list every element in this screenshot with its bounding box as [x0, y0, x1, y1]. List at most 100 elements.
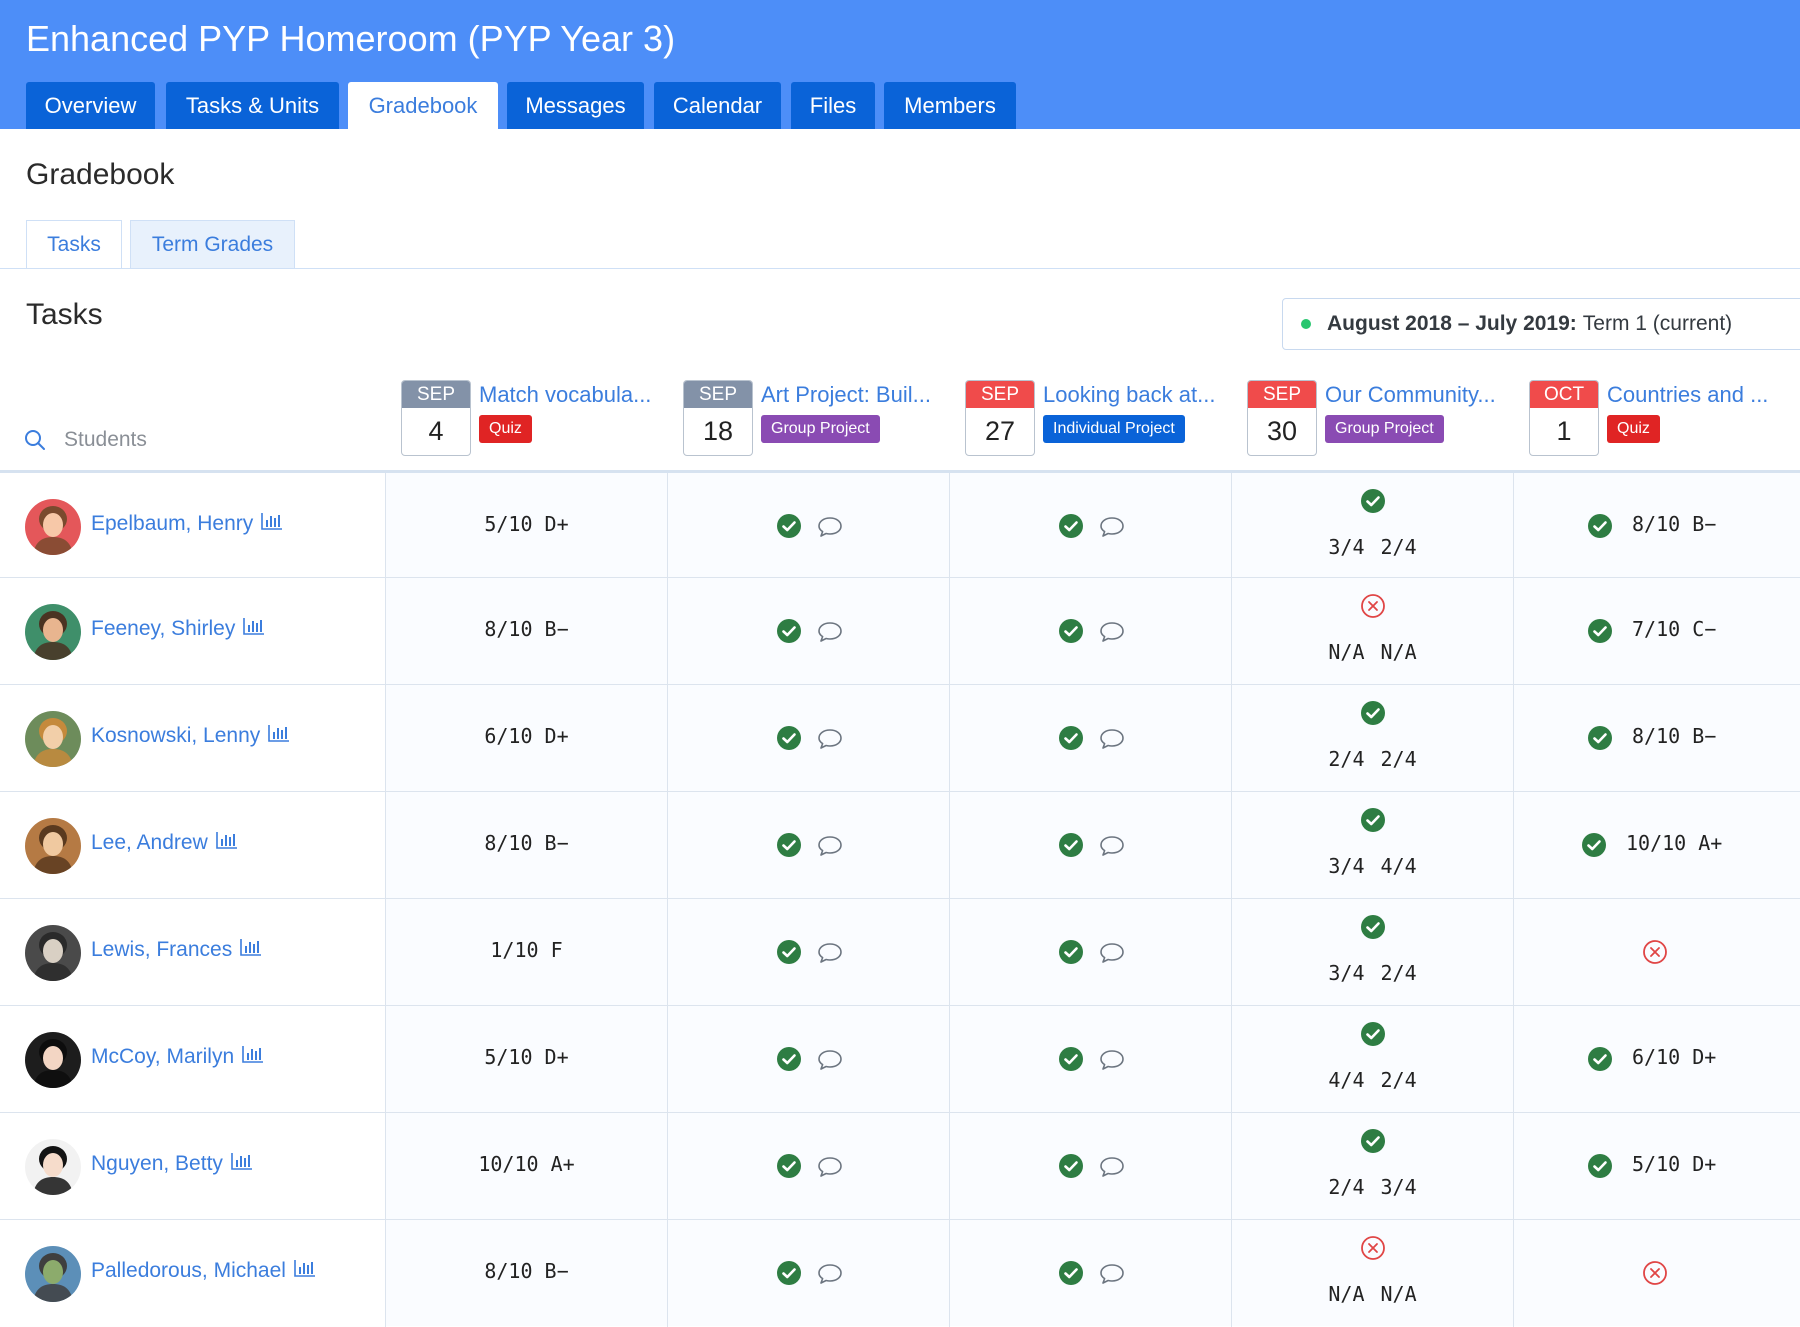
check-icon [1360, 1128, 1386, 1159]
comment-icon[interactable] [1098, 1155, 1126, 1184]
grade-cell[interactable]: 3/4 2/4 [1232, 473, 1514, 580]
comment-icon[interactable] [1098, 727, 1126, 756]
comment-icon[interactable] [816, 1048, 844, 1077]
task-link[interactable]: Looking back at... [1043, 382, 1215, 408]
grade-cell[interactable]: 8/10 B− [386, 1220, 668, 1327]
criterion-score: 2/4 [1328, 747, 1365, 771]
grade-cell[interactable] [668, 1113, 950, 1220]
tab-members[interactable]: Members [884, 82, 1016, 129]
grade-cell[interactable]: 4/4 2/4 [1232, 1006, 1514, 1113]
grade-cell[interactable]: 2/4 2/4 [1232, 685, 1514, 792]
comment-icon[interactable] [816, 515, 844, 544]
grade-cell[interactable]: 5/10 D+ [1514, 1113, 1796, 1220]
grade-cell[interactable]: 8/10 B− [1514, 473, 1796, 580]
student-link[interactable]: Epelbaum, Henry [91, 512, 283, 536]
grade-cell[interactable] [950, 473, 1232, 580]
bar-chart-icon[interactable] [231, 1152, 253, 1176]
grade-cell[interactable]: 3/4 2/4 [1232, 899, 1514, 1006]
student-link[interactable]: McCoy, Marilyn [91, 1045, 264, 1069]
comment-icon[interactable] [816, 941, 844, 970]
grade-cell[interactable]: 7/10 C− [1514, 578, 1796, 685]
grade-cell[interactable]: N/A N/A [1232, 578, 1514, 685]
bar-chart-icon[interactable] [243, 617, 265, 641]
criterion-score: 4/4 [1380, 854, 1417, 878]
task-link[interactable]: Match vocabula... [479, 382, 651, 408]
grade-cell[interactable] [668, 792, 950, 899]
task-link[interactable]: Our Community... [1325, 382, 1496, 408]
search-input[interactable]: Students [64, 428, 147, 452]
subtab-tasks[interactable]: Tasks [26, 220, 122, 269]
tab-files[interactable]: Files [791, 82, 875, 129]
bar-chart-icon[interactable] [240, 938, 262, 962]
tab-calendar[interactable]: Calendar [654, 82, 781, 129]
grade-cell[interactable]: 8/10 B− [386, 792, 668, 899]
grade-cell[interactable] [668, 1006, 950, 1113]
grade-cell[interactable] [668, 899, 950, 1006]
comment-icon[interactable] [816, 727, 844, 756]
grade-cell[interactable]: 5/10 D+ [386, 473, 668, 580]
grade-cell[interactable] [950, 578, 1232, 685]
bar-chart-icon[interactable] [261, 512, 283, 536]
bar-chart-icon[interactable] [268, 724, 290, 748]
grade-cell[interactable]: 1/10 F [386, 899, 668, 1006]
bar-chart-icon[interactable] [242, 1045, 264, 1069]
grade-cell[interactable]: 3/4 4/4 [1232, 792, 1514, 899]
student-link[interactable]: Feeney, Shirley [91, 617, 265, 641]
term-selector[interactable]: August 2018 – July 2019: Term 1 (current… [1282, 298, 1800, 350]
grade-cell[interactable] [668, 578, 950, 685]
grade-cell[interactable]: N/A N/A [1232, 1220, 1514, 1327]
tab-messages[interactable]: Messages [507, 82, 644, 129]
grade-cell[interactable] [950, 1220, 1232, 1327]
student-search[interactable]: Students [24, 428, 147, 452]
grade-cell[interactable]: 8/10 B− [386, 578, 668, 685]
student-link[interactable]: Lee, Andrew [91, 831, 238, 855]
comment-icon[interactable] [1098, 941, 1126, 970]
grade-cell[interactable] [950, 1006, 1232, 1113]
student-link[interactable]: Nguyen, Betty [91, 1152, 253, 1176]
criterion-score: N/A [1380, 640, 1417, 664]
bar-chart-icon[interactable] [294, 1259, 316, 1283]
grade-cell[interactable]: 2/4 3/4 [1232, 1113, 1514, 1220]
grade-cell[interactable] [1514, 1220, 1796, 1327]
grade-cell[interactable] [950, 1113, 1232, 1220]
tab-overview[interactable]: Overview [26, 82, 155, 129]
grade-cell[interactable] [668, 685, 950, 792]
criterion-score: 3/4 [1380, 1175, 1417, 1199]
grade-cell[interactable]: 8/10 B− [1514, 685, 1796, 792]
grade-cell[interactable] [668, 473, 950, 580]
comment-icon[interactable] [1098, 1048, 1126, 1077]
grade-cell[interactable]: 10/10 A+ [386, 1113, 668, 1220]
student-cell: Epelbaum, Henry [0, 473, 386, 580]
comment-icon[interactable] [816, 1155, 844, 1184]
score-text: 8/10 B− [484, 1259, 569, 1283]
grade-cell[interactable] [950, 792, 1232, 899]
student-link[interactable]: Kosnowski, Lenny [91, 724, 290, 748]
comment-icon[interactable] [816, 834, 844, 863]
score-text: 10/10 A+ [1626, 831, 1723, 855]
grade-cell[interactable]: 10/10 A+ [1514, 792, 1796, 899]
missing-icon [1642, 939, 1668, 970]
grade-cell[interactable] [668, 1220, 950, 1327]
comment-icon[interactable] [816, 620, 844, 649]
comment-icon[interactable] [1098, 834, 1126, 863]
subtab-term-grades[interactable]: Term Grades [130, 220, 295, 268]
task-link[interactable]: Art Project: Buil... [761, 382, 931, 408]
grade-cell[interactable] [950, 685, 1232, 792]
comment-icon[interactable] [816, 1262, 844, 1291]
task-link[interactable]: Countries and ... [1607, 382, 1768, 408]
tab-tasks-units[interactable]: Tasks & Units [166, 82, 339, 129]
grade-cell[interactable]: 6/10 D+ [386, 685, 668, 792]
comment-icon[interactable] [1098, 515, 1126, 544]
grade-cell[interactable] [950, 899, 1232, 1006]
date-day: 4 [428, 416, 444, 446]
student-link[interactable]: Palledorous, Michael [91, 1259, 316, 1283]
comment-icon[interactable] [1098, 620, 1126, 649]
grade-cell[interactable]: 6/10 D+ [1514, 1006, 1796, 1113]
student-link[interactable]: Lewis, Frances [91, 938, 262, 962]
grade-cell[interactable]: 5/10 D+ [386, 1006, 668, 1113]
grade-cell[interactable] [1514, 899, 1796, 1006]
check-icon [1587, 1153, 1613, 1184]
bar-chart-icon[interactable] [215, 831, 238, 855]
tab-gradebook[interactable]: Gradebook [348, 82, 498, 129]
comment-icon[interactable] [1098, 1262, 1126, 1291]
